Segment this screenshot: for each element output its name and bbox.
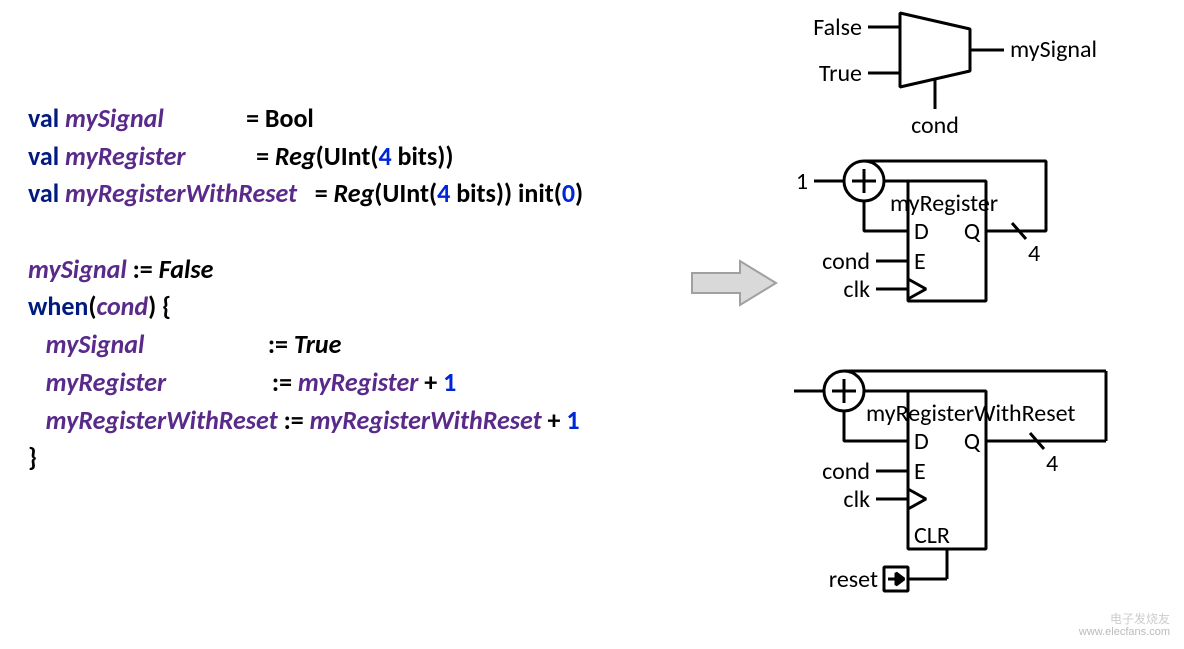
reg2-port-d: D (914, 427, 929, 456)
code-line-9: myRegisterWithReset := myRegisterWithRes… (28, 402, 583, 440)
kw-val: val (28, 102, 59, 134)
adder-input-1: 1 (796, 167, 808, 196)
type-bool: Bool (265, 102, 314, 134)
code-block: val mySignal = Bool val myRegister = Reg… (28, 100, 583, 477)
mux-select: cond (911, 111, 959, 140)
reg2-port-q: Q (964, 427, 981, 456)
mux-input-true: True (819, 59, 862, 88)
mux-output: mySignal (1010, 35, 1097, 64)
watermark: 电子发烧友 www.elecfans.com (1079, 613, 1170, 639)
code-line-10: } (28, 439, 583, 477)
watermark-line1: 电子发烧友 (1079, 613, 1170, 627)
watermark-line2: www.elecfans.com (1079, 626, 1170, 639)
reg1-clk: clk (843, 275, 870, 304)
reg2-bus-width: 4 (1046, 449, 1058, 478)
reg2-port-clr: CLR (914, 521, 950, 550)
schematic-diagrams: False True mySignal cond 1 myRegister (790, 5, 1180, 645)
mux-input-false: False (813, 13, 862, 42)
code-blank (28, 213, 583, 251)
arrow-icon (690, 255, 780, 311)
reg2-clk: clk (843, 485, 870, 514)
code-line-1: val mySignal = Bool (28, 100, 583, 138)
ident-myRegisterWithReset: myRegisterWithReset (65, 177, 297, 209)
reg1-port-d: D (914, 217, 929, 246)
reg1-name: myRegister (890, 189, 998, 218)
code-line-2: val myRegister = Reg(UInt(4 bits)) (28, 138, 583, 176)
ident-myRegister: myRegister (65, 140, 185, 172)
reg1-enable: cond (822, 247, 870, 276)
ident-mySignal: mySignal (65, 102, 164, 134)
reg1-port-q: Q (964, 217, 981, 246)
reg1-port-e: E (914, 247, 926, 276)
reg2-name: myRegisterWithReset (866, 399, 1075, 428)
code-line-8: myRegister := myRegister + 1 (28, 364, 583, 402)
code-line-5: mySignal := False (28, 251, 583, 289)
code-line-3: val myRegisterWithReset = Reg(UInt(4 bit… (28, 175, 583, 213)
reg2-port-e: E (914, 457, 926, 486)
reg1-bus-width: 4 (1028, 239, 1040, 268)
reg2-enable: cond (822, 457, 870, 486)
code-line-6: when(cond) { (28, 288, 583, 326)
code-line-7: mySignal := True (28, 326, 583, 364)
reg2-reset: reset (829, 565, 878, 594)
